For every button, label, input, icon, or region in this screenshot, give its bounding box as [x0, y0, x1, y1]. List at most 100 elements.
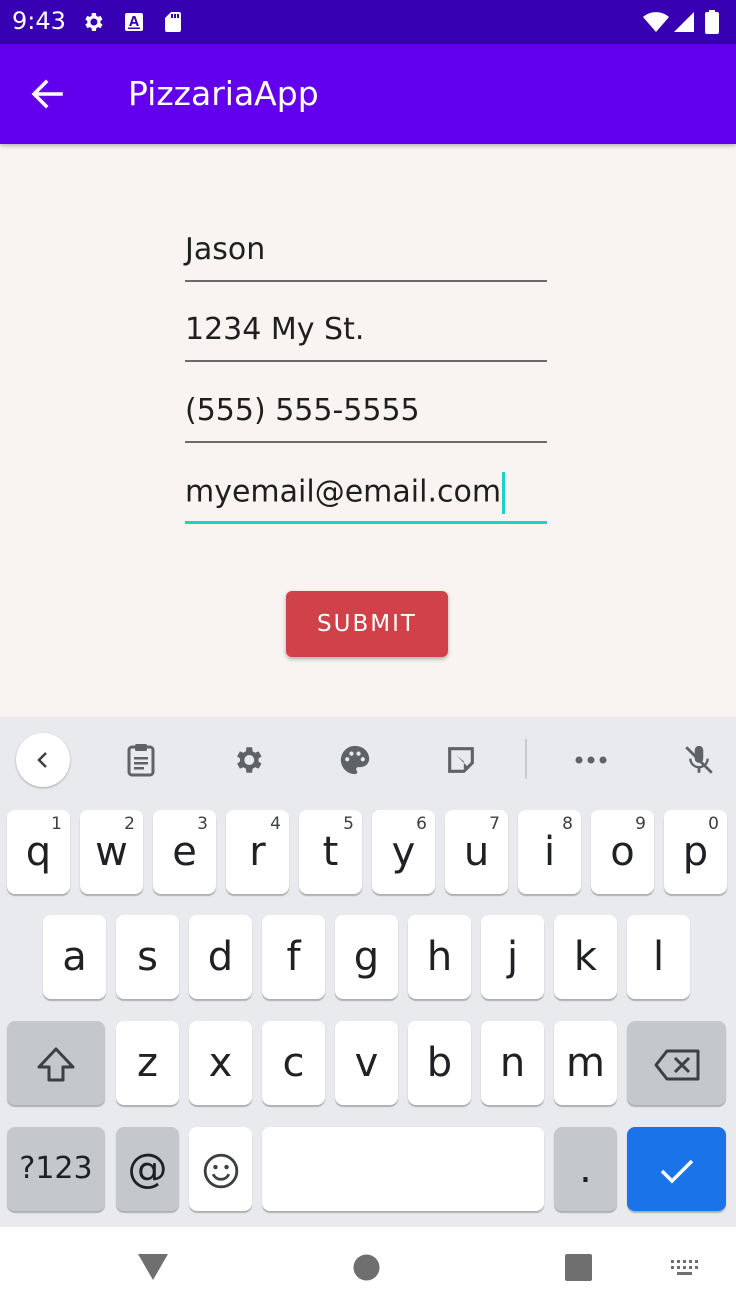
key-t[interactable]: t5: [299, 810, 362, 894]
key-y[interactable]: y6: [372, 810, 435, 894]
name-underline: [185, 280, 547, 282]
sticker-icon[interactable]: [434, 733, 488, 787]
key-hint: 0: [708, 814, 719, 834]
status-bar: 9:43: [0, 0, 736, 44]
key-label: r: [249, 829, 266, 875]
phone-underline: [185, 441, 547, 443]
key-label: d: [207, 934, 234, 980]
key-label: j: [506, 934, 519, 980]
key-v[interactable]: v: [335, 1021, 398, 1105]
key-label: f: [286, 934, 301, 980]
key-d[interactable]: d: [189, 915, 252, 999]
key-label: n: [499, 1040, 526, 1086]
key-label: z: [137, 1040, 158, 1086]
key-c[interactable]: c: [262, 1021, 325, 1105]
key-label: i: [543, 829, 556, 875]
key-h[interactable]: h: [408, 915, 471, 999]
back-triangle-icon[interactable]: [138, 1254, 168, 1280]
home-circle-icon[interactable]: [353, 1254, 380, 1281]
arrow-back-icon[interactable]: [24, 70, 72, 118]
key-hint: 7: [489, 814, 500, 834]
key-label: u: [463, 829, 490, 875]
key-label: m: [566, 1040, 605, 1086]
key-o[interactable]: o9: [591, 810, 654, 894]
key-label: e: [172, 829, 197, 875]
key-label: c: [282, 1040, 305, 1086]
key-q[interactable]: q1: [7, 810, 70, 894]
symbols-key[interactable]: ?123: [7, 1127, 105, 1211]
phone-field[interactable]: (555) 555-5555: [185, 383, 547, 443]
checkmark-icon: [660, 1159, 693, 1184]
key-a[interactable]: a: [43, 915, 106, 999]
emoji-key[interactable]: [189, 1127, 252, 1211]
key-label: h: [426, 934, 453, 980]
key-label: t: [322, 829, 339, 875]
key-k[interactable]: k: [554, 915, 617, 999]
key-b[interactable]: b: [408, 1021, 471, 1105]
key-label: p: [682, 829, 709, 875]
key-w[interactable]: w2: [80, 810, 143, 894]
key-hint: 3: [197, 814, 208, 834]
email-value: myemail@email.com: [185, 474, 502, 510]
key-label: x: [208, 1040, 233, 1086]
key-label: b: [426, 1040, 453, 1086]
key-label: o: [610, 829, 635, 875]
shift-key[interactable]: [7, 1021, 105, 1105]
key-e[interactable]: e3: [153, 810, 216, 894]
mic-off-icon[interactable]: [672, 733, 726, 787]
enter-key[interactable]: [627, 1127, 726, 1211]
address-field[interactable]: 1234 My St.: [185, 302, 547, 362]
app-title: PizzariaApp: [128, 74, 319, 113]
key-label: s: [137, 934, 158, 980]
clipboard-icon[interactable]: [114, 733, 168, 787]
key-l[interactable]: l: [627, 915, 690, 999]
address-value: 1234 My St.: [185, 312, 365, 347]
key-f[interactable]: f: [262, 915, 325, 999]
palette-icon[interactable]: [328, 733, 382, 787]
key-hint: 8: [562, 814, 573, 834]
key-j[interactable]: j: [481, 915, 544, 999]
key-z[interactable]: z: [116, 1021, 179, 1105]
font-a-icon: [125, 13, 143, 31]
phone-value: (555) 555-5555: [185, 393, 420, 428]
key-i[interactable]: i8: [518, 810, 581, 894]
at-key[interactable]: @: [116, 1127, 179, 1211]
soft-keyboard: q1w2e3r4t5y6u7i8o9p0 asdfghjkl zxcvbnm ?…: [0, 717, 736, 1227]
chevron-left-icon[interactable]: [16, 733, 70, 787]
status-time: 9:43: [12, 7, 66, 35]
wifi-icon: [643, 12, 669, 32]
key-label: l: [652, 934, 665, 980]
more-icon[interactable]: [564, 733, 618, 787]
key-p[interactable]: p0: [664, 810, 727, 894]
gear-icon[interactable]: [221, 733, 275, 787]
key-hint: 1: [51, 814, 62, 834]
key-m[interactable]: m: [554, 1021, 617, 1105]
key-hint: 2: [124, 814, 135, 834]
email-value-wrap: myemail@email.com: [185, 472, 506, 514]
key-r[interactable]: r4: [226, 810, 289, 894]
backspace-icon: [654, 1049, 699, 1081]
battery-icon: [705, 10, 719, 34]
key-g[interactable]: g: [335, 915, 398, 999]
backspace-key[interactable]: [627, 1021, 726, 1105]
key-n[interactable]: n: [481, 1021, 544, 1105]
address-underline: [185, 360, 547, 362]
name-field[interactable]: Jason: [185, 222, 547, 282]
key-x[interactable]: x: [189, 1021, 252, 1105]
space-key[interactable]: [262, 1127, 544, 1211]
toolbar-divider: [525, 739, 527, 779]
period-key[interactable]: .: [554, 1127, 617, 1211]
text-cursor: [502, 472, 506, 514]
signal-icon: [674, 12, 694, 32]
keyboard-switch-icon[interactable]: [670, 1259, 702, 1277]
submit-button[interactable]: SUBMIT: [286, 591, 448, 657]
key-s[interactable]: s: [116, 915, 179, 999]
navigation-bar: [0, 1227, 736, 1307]
recents-square-icon[interactable]: [565, 1254, 592, 1281]
name-value: Jason: [185, 232, 266, 267]
key-label: k: [573, 934, 598, 980]
sd-card-icon: [165, 12, 181, 32]
key-u[interactable]: u7: [445, 810, 508, 894]
email-field[interactable]: myemail@email.com: [185, 464, 547, 524]
key-label: g: [353, 934, 380, 980]
